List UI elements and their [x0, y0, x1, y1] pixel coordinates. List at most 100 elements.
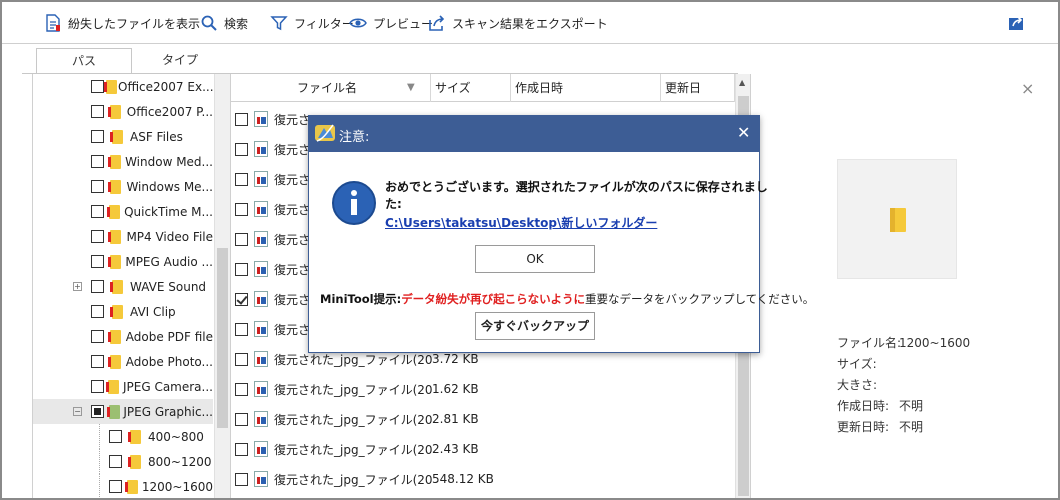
tree-item-label: 400~800: [148, 429, 204, 444]
jpg-file-icon: [254, 141, 268, 157]
column-header-modified[interactable]: 更新日: [661, 74, 735, 102]
tree-item[interactable]: ASF Files: [33, 124, 213, 149]
tree-scroll-thumb[interactable]: [217, 248, 228, 428]
share-export-button[interactable]: [1008, 12, 1026, 34]
dialog-close-button[interactable]: ✕: [737, 123, 750, 142]
tree-checkbox[interactable]: [109, 430, 122, 443]
file-row[interactable]: 復元された_jpg_ファイル(201)...1.62 KB: [231, 374, 735, 404]
notice-dialog: 注意: ✕ おめでとうございます。選択されたファイルが次のパスに保存されまし た…: [308, 115, 814, 353]
file-checkbox[interactable]: [235, 262, 248, 276]
property-label: ファイル名:: [837, 336, 902, 350]
tree-item[interactable]: Office2007 Ex...: [33, 74, 214, 99]
tree-checkbox[interactable]: [91, 380, 104, 393]
tree-item-label: WAVE Sound: [130, 279, 207, 294]
preview-close-icon[interactable]: ×: [1021, 79, 1034, 98]
tree-item[interactable]: Windows Me...: [33, 174, 213, 199]
tree-checkbox[interactable]: [91, 405, 104, 418]
tree-item-label: JPEG Graphic...: [123, 404, 213, 419]
tree-item[interactable]: 800~1200: [33, 449, 213, 474]
tree-checkbox[interactable]: [91, 130, 104, 143]
tree-item[interactable]: 400~800: [33, 424, 213, 449]
tree-checkbox[interactable]: [109, 480, 122, 493]
file-name: 復元された_jpg_ファイル(203)...: [274, 442, 432, 457]
scroll-up-icon[interactable]: ▲: [739, 78, 745, 87]
file-checkbox[interactable]: [235, 292, 248, 306]
tree-checkbox[interactable]: [109, 455, 122, 468]
tree-checkbox[interactable]: [91, 255, 104, 268]
tree-item[interactable]: MP4 Video File: [33, 224, 213, 249]
tree-checkbox[interactable]: [91, 155, 104, 168]
tree-checkbox[interactable]: [91, 180, 104, 193]
tree-connector: [99, 424, 100, 449]
show-lost-files-button[interactable]: 紛失したファイルを表示: [44, 12, 200, 34]
backup-now-button[interactable]: 今すぐバックアップ: [475, 312, 595, 340]
tab-type[interactable]: タイプ: [132, 48, 228, 74]
file-row[interactable]: 復元された_jpg_ファイル(204)...548.12 KB: [231, 464, 735, 494]
jpg-file-icon: [254, 201, 268, 217]
tree-item[interactable]: QuickTime M...: [33, 199, 213, 224]
file-size: 2.43 KB: [432, 442, 479, 456]
tree-item-label: AVI Clip: [130, 304, 176, 319]
tree-expander-icon[interactable]: +: [73, 282, 82, 291]
tree-connector: [99, 474, 100, 498]
ok-button[interactable]: OK: [475, 245, 595, 273]
tree-checkbox[interactable]: [91, 80, 104, 93]
tab-path[interactable]: パス: [36, 48, 132, 74]
column-header-created[interactable]: 作成日時: [511, 74, 661, 102]
file-row[interactable]: 復元された_jpg_ファイル(202)...2.81 KB: [231, 404, 735, 434]
tab-bar: パス タイプ: [22, 48, 762, 74]
file-checkbox[interactable]: [235, 412, 248, 426]
jpg-file-icon: [254, 411, 268, 427]
tree-item-label: Office2007 Ex...: [118, 79, 214, 94]
folder-icon: [108, 179, 122, 195]
tree-checkbox[interactable]: [91, 205, 104, 218]
tree-item[interactable]: Adobe Photo...: [33, 349, 213, 374]
tip-prefix: MiniTool提示:: [320, 292, 402, 306]
info-icon: [332, 181, 376, 225]
file-checkbox[interactable]: [235, 472, 248, 486]
folder-icon: [110, 129, 124, 145]
tree-item[interactable]: MPEG Audio ...: [33, 249, 213, 274]
file-checkbox[interactable]: [235, 322, 248, 336]
file-checkbox[interactable]: [235, 112, 248, 126]
tree-expander-icon[interactable]: −: [73, 407, 82, 416]
tree-item[interactable]: + WAVE Sound: [33, 274, 213, 299]
file-checkbox[interactable]: [235, 442, 248, 456]
tree-item[interactable]: JPEG Camera...: [33, 374, 213, 399]
tree-checkbox[interactable]: [91, 355, 104, 368]
tree-item[interactable]: Office2007 P...: [33, 99, 213, 124]
saved-path-link[interactable]: C:\Users\takatsu\Desktop\新しいフォルダー: [385, 214, 657, 231]
filter-icon: [270, 16, 288, 31]
tree-checkbox[interactable]: [91, 280, 104, 293]
search-button[interactable]: 検索: [200, 12, 248, 34]
preview-property: 作成日時: 不明: [837, 397, 923, 414]
preview-button[interactable]: プレビュー: [349, 12, 433, 34]
file-checkbox[interactable]: [235, 382, 248, 396]
tree-item[interactable]: AVI Clip: [33, 299, 213, 324]
column-header-name[interactable]: ファイル名 ▼: [231, 74, 431, 102]
export-scan-button[interactable]: スキャン結果をエクスポート: [428, 12, 608, 34]
filter-button[interactable]: フィルター: [270, 12, 354, 34]
tree-scrollbar[interactable]: [214, 74, 230, 498]
jpg-file-icon: [254, 291, 268, 307]
preview-property: 大きさ:: [837, 376, 899, 393]
tree-checkbox[interactable]: [91, 330, 104, 343]
tree-checkbox[interactable]: [91, 305, 104, 318]
column-header-size[interactable]: サイズ: [431, 74, 511, 102]
tree-item[interactable]: Adobe PDF file: [33, 324, 213, 349]
file-checkbox[interactable]: [235, 202, 248, 216]
toolbar: 紛失したファイルを表示 検索 フィルター プレビュー スキャン結果をエクスポート: [2, 2, 1058, 44]
tree-checkbox[interactable]: [91, 230, 104, 243]
file-checkbox[interactable]: [235, 142, 248, 156]
file-row[interactable]: 復元された_jpg_ファイル(203)...2.43 KB: [231, 434, 735, 464]
file-checkbox[interactable]: [235, 352, 248, 366]
tree-item[interactable]: − JPEG Graphic...: [33, 399, 213, 424]
file-checkbox[interactable]: [235, 172, 248, 186]
tree-item[interactable]: Window Med...: [33, 149, 213, 174]
file-checkbox[interactable]: [235, 232, 248, 246]
folder-icon: [128, 429, 142, 445]
property-label: 作成日時:: [837, 399, 890, 413]
preview-thumbnail: [837, 159, 957, 279]
tree-item[interactable]: 1200~1600: [33, 474, 213, 498]
tree-checkbox[interactable]: [91, 105, 104, 118]
